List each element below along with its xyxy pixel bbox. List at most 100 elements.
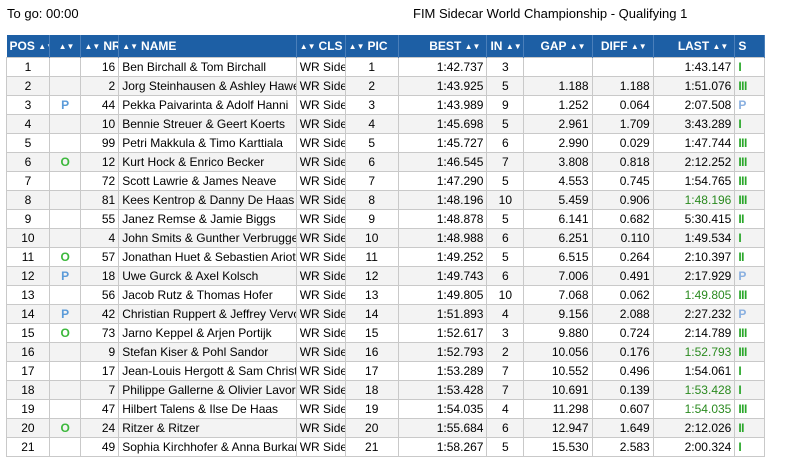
- class-cell: WR Side: [295, 228, 346, 248]
- table-row[interactable]: 8 81 Kees Kentrop & Danny De Haas WR Side 8 1…: [6, 190, 765, 210]
- in-lap-cell: 10: [486, 190, 525, 210]
- column-header-pit[interactable]: ▲▼: [49, 35, 82, 58]
- column-header-name[interactable]: ▲▼ NAME: [118, 35, 297, 58]
- column-header-diff[interactable]: DIFF ▲▼: [592, 35, 654, 58]
- class-cell: WR Side: [295, 95, 346, 115]
- last-lap-cell: 2:07.508: [652, 95, 736, 115]
- pit-status-cell: [48, 133, 82, 153]
- sort-arrows-icon: ▲▼: [122, 42, 139, 51]
- pit-status-cell: [48, 171, 82, 191]
- table-row[interactable]: 21 49 Sophia Kirchhofer & Anna Burkard WR S…: [6, 437, 765, 457]
- pic-cell: 2: [344, 76, 399, 96]
- table-row[interactable]: 10 4 John Smits & Gunther Verbruggen WR Sid…: [6, 228, 765, 248]
- column-header-gap[interactable]: GAP ▲▼: [523, 35, 593, 58]
- in-lap-cell: 5: [486, 247, 525, 267]
- pit-status-cell: O: [48, 418, 82, 438]
- last-lap-cell: 1:49.534: [652, 228, 736, 248]
- pit-status-cell: O: [48, 152, 82, 172]
- table-row[interactable]: 13 56 Jacob Rutz & Thomas Hofer WR Side 13 1:…: [6, 285, 765, 305]
- name-cell: Jarno Keppel & Arjen Portijk: [118, 323, 297, 343]
- number-cell: 10: [80, 114, 120, 134]
- table-row[interactable]: 11 O 57 Jonathan Huet & Sebastien Ariot WR S…: [6, 247, 765, 267]
- pit-status-cell: O: [48, 247, 82, 267]
- best-lap-cell: 1:46.545: [397, 152, 488, 172]
- table-row[interactable]: 6 O 12 Kurt Hock & Enrico Becker WR Side 6 1:4…: [6, 152, 765, 172]
- sector-status-cell: I: [734, 57, 765, 77]
- sector-status-cell: II: [734, 209, 765, 229]
- table-row[interactable]: 12 P 18 Uwe Gurck & Axel Kolsch WR Side 12 1:4…: [6, 266, 765, 286]
- pit-status-cell: [48, 285, 82, 305]
- class-cell: WR Side: [295, 323, 346, 343]
- best-lap-cell: 1:45.698: [397, 114, 488, 134]
- table-row[interactable]: 14 P 42 Christian Ruppert & Jeffrey Vervoor…: [6, 304, 765, 324]
- table-row[interactable]: 19 47 Hilbert Talens & Ilse De Haas WR Side…: [6, 399, 765, 419]
- table-row[interactable]: 1 16 Ben Birchall & Tom Birchall WR Side 1 1:…: [6, 57, 765, 77]
- table-row[interactable]: 15 O 73 Jarno Keppel & Arjen Portijk WR Side…: [6, 323, 765, 343]
- best-lap-cell: 1:45.727: [397, 133, 488, 153]
- diff-cell: 1.188: [591, 76, 654, 96]
- class-cell: WR Side: [295, 266, 346, 286]
- column-header-cls[interactable]: ▲▼ CLS: [296, 35, 346, 58]
- pic-cell: 9: [344, 209, 399, 229]
- sort-arrows-icon: ▲▼: [569, 42, 586, 51]
- column-header-pos[interactable]: POS ▲▼: [6, 35, 50, 58]
- in-lap-cell: 7: [486, 380, 525, 400]
- column-header-last[interactable]: LAST ▲▼: [653, 35, 736, 58]
- table-row[interactable]: 16 9 Stefan Kiser & Pohl Sandor WR Side 16 1:…: [6, 342, 765, 362]
- name-cell: John Smits & Gunther Verbruggen: [118, 228, 297, 248]
- number-cell: 44: [80, 95, 120, 115]
- pic-cell: 6: [344, 152, 399, 172]
- pos-cell: 21: [6, 437, 50, 457]
- best-lap-cell: 1:51.893: [397, 304, 488, 324]
- class-cell: WR Side: [295, 76, 346, 96]
- name-cell: Ritzer & Ritzer: [118, 418, 297, 438]
- gap-cell: 10.056: [523, 342, 593, 362]
- table-row[interactable]: 17 17 Jean-Louis Hergott & Sam Christie WR …: [6, 361, 765, 381]
- best-lap-cell: 1:43.989: [397, 95, 488, 115]
- in-lap-cell: 4: [486, 304, 525, 324]
- pic-cell: 10: [344, 228, 399, 248]
- sector-status-cell: I: [734, 437, 765, 457]
- last-lap-cell: 2:12.252: [652, 152, 736, 172]
- table-row[interactable]: 20 O 24 Ritzer & Ritzer WR Side 20 1:55.684 6 12…: [6, 418, 765, 438]
- table-row[interactable]: 9 55 Janez Remse & Jamie Biggs WR Side 9 1:48…: [6, 209, 765, 229]
- class-cell: WR Side: [295, 285, 346, 305]
- best-lap-cell: 1:48.196: [397, 190, 488, 210]
- pic-cell: 5: [344, 133, 399, 153]
- gap-cell: [523, 57, 593, 77]
- in-lap-cell: 5: [486, 114, 525, 134]
- class-cell: WR Side: [295, 57, 346, 77]
- pit-status-cell: O: [48, 323, 82, 343]
- column-header-best[interactable]: BEST ▲▼: [398, 35, 488, 58]
- name-cell: Bennie Streuer & Geert Koerts: [118, 114, 297, 134]
- gap-cell: 2.990: [523, 133, 593, 153]
- number-cell: 16: [80, 57, 120, 77]
- name-cell: Ben Birchall & Tom Birchall: [118, 57, 297, 77]
- last-lap-cell: 1:54.061: [652, 361, 736, 381]
- column-header-pic[interactable]: ▲▼ PIC: [345, 35, 399, 58]
- column-header-nr[interactable]: ▲▼NR: [80, 35, 120, 58]
- in-lap-cell: 5: [486, 76, 525, 96]
- gap-cell: 4.553: [523, 171, 593, 191]
- pos-cell: 12: [6, 266, 50, 286]
- class-cell: WR Side: [295, 399, 346, 419]
- class-cell: WR Side: [295, 304, 346, 324]
- table-row[interactable]: 5 99 Petri Makkula & Timo Karttiala WR Side…: [6, 133, 765, 153]
- in-lap-cell: 10: [486, 285, 525, 305]
- table-row[interactable]: 18 7 Philippe Gallerne & Olivier Lavorel WR…: [6, 380, 765, 400]
- table-row[interactable]: 2 2 Jorg Steinhausen & Ashley Hawes WR Side…: [6, 76, 765, 96]
- table-row[interactable]: 3 P 44 Pekka Paivarinta & Adolf Hanni WR Sid…: [6, 95, 765, 115]
- pic-cell: 3: [344, 95, 399, 115]
- column-header-in[interactable]: IN ▲▼: [486, 35, 525, 58]
- diff-cell: 0.064: [591, 95, 654, 115]
- last-lap-cell: 2:14.789: [652, 323, 736, 343]
- gap-cell: 6.251: [523, 228, 593, 248]
- table-row[interactable]: 4 10 Bennie Streuer & Geert Koerts WR Side 4…: [6, 114, 765, 134]
- sector-status-cell: III: [734, 152, 765, 172]
- table-row[interactable]: 7 72 Scott Lawrie & James Neave WR Side 7 1:4…: [6, 171, 765, 191]
- column-header-s[interactable]: S: [734, 35, 765, 58]
- last-lap-cell: 1:51.076: [652, 76, 736, 96]
- sector-status-cell: III: [734, 285, 765, 305]
- class-cell: WR Side: [295, 190, 346, 210]
- diff-cell: 0.029: [591, 133, 654, 153]
